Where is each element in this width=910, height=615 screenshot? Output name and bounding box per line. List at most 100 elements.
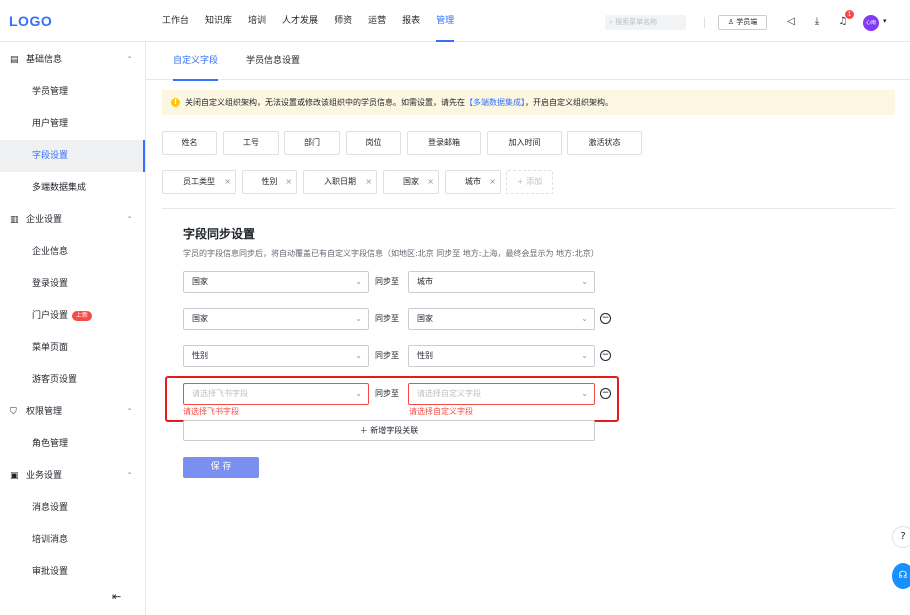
close-icon[interactable]: × <box>224 171 231 193</box>
nav-operations[interactable]: 运营 <box>360 0 394 42</box>
sidebar-item-role-management[interactable]: 角色管理 <box>0 428 145 460</box>
target-field-select-empty[interactable]: 请选择自定义字段 ⌄ <box>408 383 595 405</box>
remove-row-icon[interactable]: − <box>600 350 611 361</box>
image-icon: ▣ <box>10 471 19 481</box>
notice-text-after: ，开启自定义组织架构。 <box>525 98 613 107</box>
search-placeholder: 搜索菜单名称 <box>615 18 658 26</box>
custom-field-chip-country[interactable]: 国家 × <box>383 170 439 194</box>
select-value: 国家 <box>192 277 208 286</box>
chevron-down-icon: ⌄ <box>355 314 362 323</box>
target-field-select[interactable]: 性别 ⌄ <box>408 345 595 367</box>
sync-section-description: 学员的字段信息同步后，将自动覆盖已有自定义字段信息（如地区:北京 同步至 地方:… <box>183 249 599 258</box>
close-icon[interactable]: × <box>365 171 372 193</box>
add-field-button[interactable]: + 添加 <box>506 170 553 194</box>
close-icon[interactable]: × <box>489 171 496 193</box>
source-field-select[interactable]: 国家 ⌄ <box>183 308 369 330</box>
select-placeholder: 请选择自定义字段 <box>417 389 481 398</box>
nav-training[interactable]: 培训 <box>240 0 274 42</box>
notice-text-before: 关闭自定义组织架构，无法设置或修改该组织中的学员信息。如需设置，请先在 <box>185 98 465 107</box>
add-field-mapping-button[interactable]: ＋ 新增字段关联 <box>183 420 595 441</box>
sidebar-item-user-management[interactable]: 用户管理 <box>0 108 145 140</box>
field-chip-login-email: 登录邮箱 <box>407 131 481 155</box>
nav-teachers[interactable]: 师资 <box>326 0 360 42</box>
headset-icon[interactable]: ☊ <box>892 563 910 589</box>
chip-label: 国家 <box>403 177 419 186</box>
remove-row-icon[interactable]: − <box>600 313 611 324</box>
custom-field-chip-employee-type[interactable]: 员工类型 × <box>162 170 236 194</box>
chip-label: 员工类型 <box>183 177 215 186</box>
chevron-up-icon: ⌃ <box>126 215 133 224</box>
tab-custom-fields[interactable]: 自定义字段 <box>173 42 219 81</box>
speaker-icon[interactable]: ◁ <box>785 16 797 28</box>
sidebar-item-portal-settings[interactable]: 门户设置 上新 <box>0 300 145 332</box>
data-integration-link[interactable]: 【多端数据集成】 <box>465 98 525 107</box>
field-chip-department: 部门 <box>284 131 340 155</box>
sidebar-group-business[interactable]: ▣ 业务设置 ⌃ <box>0 460 145 492</box>
sidebar-item-approval-settings[interactable]: 审批设置 <box>0 556 145 588</box>
nav-talent[interactable]: 人才发展 <box>274 0 326 42</box>
custom-field-chip-city[interactable]: 城市 × <box>445 170 501 194</box>
source-error-message: 请选择飞书字段 <box>183 407 239 416</box>
sidebar-item-field-settings[interactable]: 字段设置 <box>0 140 145 172</box>
caret-down-icon[interactable]: ▾ <box>883 17 887 25</box>
select-value: 国家 <box>417 314 433 323</box>
field-chip-join-time: 加入时间 <box>487 131 562 155</box>
select-value: 城市 <box>417 277 433 286</box>
source-field-select-empty[interactable]: 请选择飞书字段 ⌄ <box>183 383 369 405</box>
chevron-up-icon: ⌃ <box>126 55 133 64</box>
nav-management[interactable]: 管理 <box>428 0 462 42</box>
select-value: 性别 <box>192 351 208 360</box>
remove-row-icon[interactable]: − <box>600 388 611 399</box>
sidebar-item-message-settings[interactable]: 消息设置 <box>0 492 145 524</box>
nav-knowledge[interactable]: 知识库 <box>197 0 240 42</box>
chevron-down-icon: ⌄ <box>581 277 588 286</box>
logo[interactable]: LOGO <box>9 13 52 29</box>
student-portal-button[interactable]: ♙ 学员端 <box>718 15 767 30</box>
close-icon[interactable]: × <box>427 171 434 193</box>
sidebar-item-student-management[interactable]: 学员管理 <box>0 76 145 108</box>
sync-to-label: 同步至 <box>375 389 399 398</box>
sync-section-title: 字段同步设置 <box>183 227 256 241</box>
shield-icon: ⛉ <box>10 407 17 417</box>
book-icon: ▤ <box>10 55 19 65</box>
nav-workbench[interactable]: 工作台 <box>154 0 197 42</box>
download-icon[interactable]: ⤓ <box>811 16 823 28</box>
sidebar-item-menu-page[interactable]: 菜单页面 <box>0 332 145 364</box>
sidebar-group-label: 权限管理 <box>26 407 63 417</box>
sidebar-item-login-settings[interactable]: 登录设置 <box>0 268 145 300</box>
warning-icon: ! <box>171 98 180 107</box>
sidebar-group-basic-info[interactable]: ▤ 基础信息 ⌃ <box>0 44 145 76</box>
target-field-select[interactable]: 城市 ⌄ <box>408 271 595 293</box>
collapse-sidebar-icon[interactable]: ⇤ <box>112 590 121 603</box>
chip-label: 入职日期 <box>324 177 356 186</box>
avatar[interactable]: 心雨 <box>863 15 879 31</box>
target-field-select[interactable]: 国家 ⌄ <box>408 308 595 330</box>
save-button[interactable]: 保 存 <box>183 457 259 478</box>
target-error-message: 请选择自定义字段 <box>409 407 473 416</box>
sync-to-label: 同步至 <box>375 351 399 360</box>
custom-field-chip-hire-date[interactable]: 入职日期 × <box>303 170 377 194</box>
source-field-select[interactable]: 性别 ⌄ <box>183 345 369 367</box>
sidebar-item-enterprise-info[interactable]: 企业信息 <box>0 236 145 268</box>
sidebar-group-enterprise[interactable]: ▥ 企业设置 ⌃ <box>0 204 145 236</box>
chevron-down-icon: ⌄ <box>355 351 362 360</box>
source-field-select[interactable]: 国家 ⌄ <box>183 271 369 293</box>
sync-to-label: 同步至 <box>375 314 399 323</box>
search-input[interactable]: ⌕ 搜索菜单名称 <box>605 15 686 30</box>
chevron-down-icon: ⌄ <box>581 351 588 360</box>
nav-reports[interactable]: 报表 <box>394 0 428 42</box>
sidebar-item-guest-page[interactable]: 游客页设置 <box>0 364 145 396</box>
select-value: 性别 <box>417 351 433 360</box>
chevron-down-icon: ⌄ <box>355 277 362 286</box>
chevron-up-icon: ⌃ <box>126 471 133 480</box>
tab-student-info-settings[interactable]: 学员信息设置 <box>246 42 300 80</box>
sidebar-group-label: 基础信息 <box>26 55 63 65</box>
sidebar-group-permissions[interactable]: ⛉ 权限管理 ⌃ <box>0 396 145 428</box>
sidebar-item-training-messages[interactable]: 培训消息 <box>0 524 145 556</box>
select-value: 国家 <box>192 314 208 323</box>
field-chip-activation-status: 激活状态 <box>567 131 642 155</box>
custom-field-chip-gender[interactable]: 性别 × <box>242 170 297 194</box>
sidebar-item-data-integration[interactable]: 多端数据集成 <box>0 172 145 204</box>
help-icon[interactable]: ? <box>892 526 910 548</box>
close-icon[interactable]: × <box>285 171 292 193</box>
